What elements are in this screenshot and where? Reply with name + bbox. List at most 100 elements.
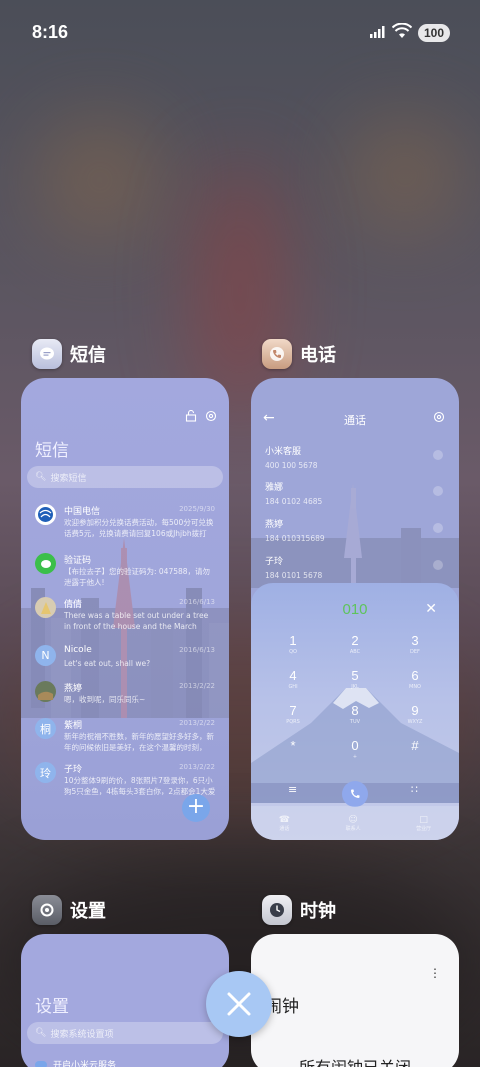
app-name-sms: 短信 (70, 345, 106, 366)
dialpad-toggle-icon[interactable]: ∷ (411, 783, 418, 796)
app-header-phone[interactable]: 电话 (262, 337, 336, 371)
compose-button[interactable]: + (182, 794, 210, 822)
contact-row[interactable]: 雅娜 184 0102 4685 (265, 480, 445, 510)
contact-name: 燕婷 (265, 520, 284, 530)
contact-number: 184 010315689 (265, 534, 325, 543)
dial-key-9[interactable]: 9 WXYZ (395, 703, 435, 725)
tab-contacts[interactable]: ☺︎ 联系人 (346, 815, 361, 832)
battery-indicator: 100 (418, 24, 450, 42)
sms-sender: 子玲 (64, 765, 83, 775)
tab-service[interactable]: □ 营业厅 (416, 815, 431, 832)
phone-icon (351, 789, 360, 798)
contact-row[interactable]: 小米客服 400 100 5678 (265, 444, 445, 474)
dial-key-star[interactable]: * (273, 738, 313, 754)
sms-sender: 验证码 (64, 556, 92, 566)
phone-page-title: 通话 (344, 414, 366, 427)
list-item[interactable]: N Nicole 2016/6/13 Let's eat out, shall … (21, 643, 229, 683)
sms-page-title: 短信 (35, 441, 69, 461)
contact-row[interactable]: 燕婷 184 010315689 (265, 517, 445, 547)
close-icon[interactable]: ✕ (425, 601, 437, 617)
dial-key-4[interactable]: 4 GHI (273, 668, 313, 690)
list-item[interactable]: 桐 紫桐 2013/2/22 新年的祝福不胜数，新年的愿望好多好多，新年的问候依… (21, 716, 229, 756)
alarms-off-text: 所有闹钟已关闭 (251, 1054, 459, 1067)
contact-number: 184 0102 4685 (265, 497, 323, 506)
app-name-phone: 电话 (300, 345, 336, 366)
avatar (35, 681, 56, 702)
sms-search-placeholder: 搜索短信 (50, 473, 87, 484)
clear-all-button[interactable] (206, 971, 272, 1037)
settings-item-cloud[interactable]: 开启小米云服务 (35, 1058, 116, 1067)
sms-preview: There was a table set out under a tree i… (64, 611, 209, 631)
contact-number: 400 100 5678 (265, 461, 318, 470)
app-header-settings[interactable]: 设置 (32, 893, 106, 927)
chat-bubble-icon (35, 553, 56, 574)
avatar (35, 504, 56, 525)
info-icon[interactable] (433, 523, 443, 533)
dial-key-6[interactable]: 6 MNO (395, 668, 435, 690)
sms-app-card[interactable]: 短信 🔍︎ 搜索短信 中国电信 2025/9/30 欢迎参加积分兑换话费活动，每… (21, 378, 229, 840)
call-button[interactable] (342, 781, 368, 807)
messages-app-icon (32, 339, 62, 369)
info-icon[interactable] (433, 450, 443, 460)
avatar (35, 597, 56, 618)
phone-app-card[interactable]: ← 通话 小米客服 400 100 5678 雅娜 184 0102 4685 … (251, 378, 459, 840)
settings-app-icon (32, 895, 62, 925)
list-item[interactable]: 倩倩 2016/6/13 There was a table set out u… (21, 595, 229, 635)
avatar: 桐 (35, 718, 56, 739)
more-options-icon[interactable]: ⋮ (429, 966, 441, 980)
lock-icon[interactable] (185, 410, 197, 422)
sms-sender: 中国电信 (64, 507, 101, 517)
search-icon: 🔍︎ (35, 472, 47, 482)
settings-search-input[interactable]: 🔍︎ 搜索系统设置项 (27, 1022, 223, 1044)
info-icon[interactable] (433, 486, 443, 496)
settings-search-placeholder: 搜索系统设置项 (50, 1029, 114, 1040)
list-item[interactable]: 验证码 【布拉去子】您的验证码为: 047588，请勿泄露于他人! (21, 551, 229, 591)
sms-preview: 嗯，收到呢，同乐同乐~ (64, 695, 146, 704)
settings-app-card[interactable]: 设置 🔍︎ 搜索系统设置项 开启小米云服务 (21, 934, 229, 1067)
dial-key-0[interactable]: 0 + (335, 738, 375, 760)
dial-key-8[interactable]: 8 TUV (335, 703, 375, 725)
avatar: 玲 (35, 762, 56, 783)
status-bar: 8:16 100 (0, 20, 480, 50)
phone-app-icon (262, 339, 292, 369)
contact-row[interactable]: 子玲 184 0101 5678 (265, 554, 445, 584)
dial-key-5[interactable]: 5 JKL (335, 668, 375, 690)
list-item[interactable]: 中国电信 2025/9/30 欢迎参加积分兑换话费活动，每500分可兑换话费5元… (21, 502, 229, 542)
cloud-icon (35, 1060, 47, 1067)
info-icon[interactable] (433, 560, 443, 570)
list-item[interactable]: 燕婷 2013/2/22 嗯，收到呢，同乐同乐~ (21, 679, 229, 719)
sms-date: 2016/6/13 (179, 646, 215, 654)
dial-key-2[interactable]: 2 ABC (335, 633, 375, 655)
sms-search-input[interactable]: 🔍︎ 搜索短信 (27, 466, 223, 488)
phone-tab-bar: ☎︎ 通话 ☺︎ 联系人 □ 营业厅 (251, 806, 459, 840)
contact-name: 小米客服 (265, 447, 302, 457)
dial-key-hash[interactable]: # (395, 738, 435, 754)
app-header-sms[interactable]: 短信 (32, 337, 106, 371)
app-name-settings: 设置 (70, 901, 106, 922)
sms-date: 2013/2/22 (179, 719, 215, 727)
sms-preview: 新年的祝福不胜数，新年的愿望好多好多，新年的问候依旧是美好，在这个温馨的时刻， (64, 732, 214, 752)
app-name-clock: 时钟 (300, 901, 336, 922)
clock-app-card[interactable]: ⋮ 闹钟 所有闹钟已关闭 (251, 934, 459, 1067)
menu-icon[interactable]: ≡ (288, 783, 297, 796)
clock-app-icon (262, 895, 292, 925)
sms-preview: Let's eat out, shall we? (64, 659, 151, 668)
app-header-clock[interactable]: 时钟 (262, 893, 336, 927)
dial-key-3[interactable]: 3 DEF (395, 633, 435, 655)
dial-key-1[interactable]: 1 QO (273, 633, 313, 655)
settings-item-label: 开启小米云服务 (53, 1061, 117, 1067)
settings-page-title: 设置 (35, 997, 69, 1017)
dial-key-7[interactable]: 7 PQRS (273, 703, 313, 725)
avatar: N (35, 645, 56, 666)
sms-sender: 燕婷 (64, 684, 83, 694)
tab-calls[interactable]: ☎︎ 通话 (279, 815, 290, 832)
sms-sender: 倩倩 (64, 600, 83, 610)
sms-date: 2016/6/13 (179, 598, 215, 606)
sms-date: 2013/2/22 (179, 682, 215, 690)
contact-number: 184 0101 5678 (265, 571, 323, 580)
sms-sender: 紫桐 (64, 721, 83, 731)
gear-icon[interactable] (205, 410, 217, 422)
sms-preview: 【布拉去子】您的验证码为: 047588，请勿泄露于他人! (64, 567, 211, 587)
signal-icon (370, 26, 385, 38)
gear-icon[interactable] (433, 411, 445, 423)
